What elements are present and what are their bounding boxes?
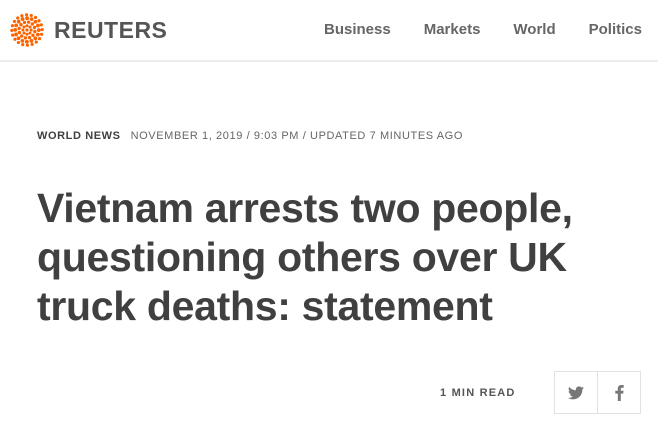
section-label[interactable]: WORLD NEWS bbox=[37, 130, 121, 142]
twitter-icon bbox=[568, 385, 584, 399]
main-nav: Business Markets World Politics bbox=[291, 20, 642, 40]
page: REUTERS Business Markets World Politics … bbox=[0, 0, 658, 423]
reuters-logo-icon bbox=[10, 13, 44, 47]
article-headline: Vietnam arrests two people, questioning … bbox=[37, 185, 573, 329]
dateline: NOVEMBER 1, 2019 / 9:03 PM / UPDATED 7 M… bbox=[130, 130, 463, 142]
share-bar bbox=[554, 371, 641, 414]
nav-item-business[interactable]: Business bbox=[324, 20, 391, 40]
nav-item-politics[interactable]: Politics bbox=[589, 20, 642, 40]
read-time: 1 MIN READ bbox=[440, 387, 516, 399]
facebook-share-button[interactable] bbox=[597, 372, 640, 413]
twitter-share-button[interactable] bbox=[555, 372, 597, 413]
reuters-logo[interactable]: REUTERS bbox=[10, 13, 167, 47]
article-meta: WORLD NEWS NOVEMBER 1, 2019 / 9:03 PM / U… bbox=[37, 129, 463, 143]
nav-item-markets[interactable]: Markets bbox=[424, 20, 481, 40]
facebook-icon bbox=[614, 384, 624, 401]
nav-item-world[interactable]: World bbox=[513, 20, 555, 40]
brand-name: REUTERS bbox=[54, 16, 168, 43]
site-header: REUTERS Business Markets World Politics bbox=[0, 0, 658, 62]
